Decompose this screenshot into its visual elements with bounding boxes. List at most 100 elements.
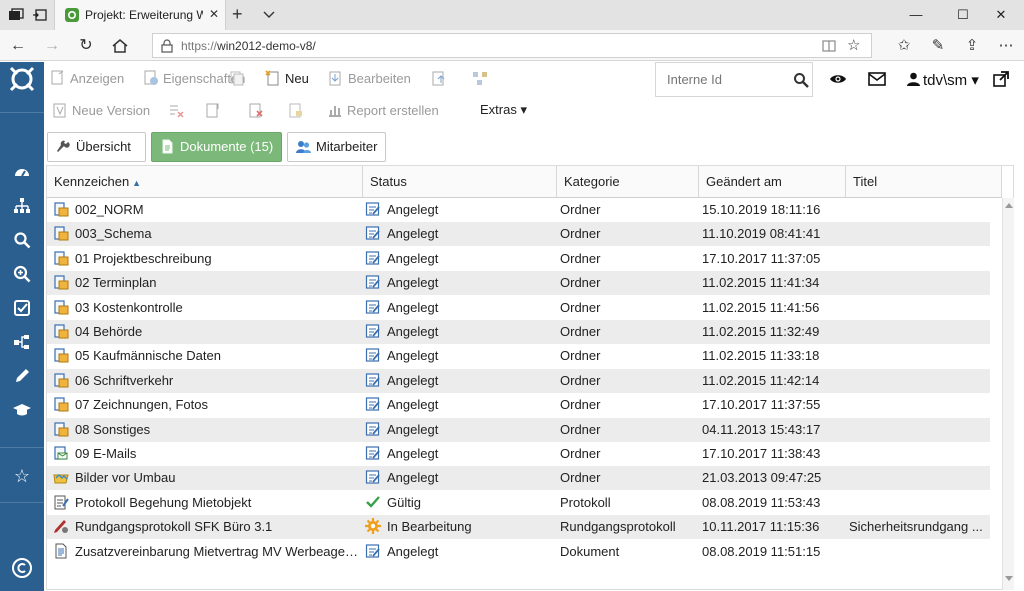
pencil-icon[interactable] xyxy=(12,366,32,386)
tab-dokumente[interactable]: Dokumente (15) xyxy=(151,132,282,162)
table-row[interactable]: 07 Zeichnungen, Fotos Angelegt Ordner 17.10… xyxy=(47,393,990,417)
neu-button[interactable]: Neu xyxy=(265,70,309,90)
cell-kennzeichen[interactable]: 04 Behörde xyxy=(53,320,361,344)
cell-kennzeichen[interactable]: 02 Terminplan xyxy=(53,271,361,295)
copyright-icon[interactable] xyxy=(11,557,33,579)
back-button[interactable]: ← xyxy=(8,36,28,56)
bearbeiten-button[interactable]: Bearbeiten xyxy=(328,70,411,90)
workflow-button[interactable] xyxy=(472,70,492,90)
home-icon[interactable] xyxy=(110,36,130,56)
copy-icon xyxy=(230,71,244,86)
share-icon[interactable]: ⇪ xyxy=(962,36,982,56)
cell-kennzeichen[interactable]: Bilder vor Umbau xyxy=(53,466,361,490)
mail-icon[interactable] xyxy=(868,71,886,87)
report-erstellen-button[interactable]: Report erstellen xyxy=(327,102,439,122)
external-link-icon[interactable] xyxy=(993,71,1009,87)
cell-kennzeichen[interactable]: Zusatzvereinbarung Mietvertrag MV Werbea… xyxy=(53,540,361,564)
table-row[interactable]: 08 Sonstiges Angelegt Ordner 04.11.2013 15:… xyxy=(47,417,990,442)
favorite-star-icon[interactable]: ☆ xyxy=(847,36,860,54)
table-row[interactable]: 002_NORM Angelegt Ordner 15.10.2019 18:11:1… xyxy=(47,198,990,222)
table-row[interactable]: Protokoll Begehung Mietobjekt Gültig Proto… xyxy=(47,491,990,515)
refresh-button[interactable]: ↻ xyxy=(76,36,96,56)
cell-kennzeichen[interactable]: 07 Zeichnungen, Fotos xyxy=(53,393,361,417)
pen-icon[interactable]: ✎ xyxy=(928,36,948,56)
cell-kennzeichen[interactable]: 08 Sonstiges xyxy=(53,418,361,442)
table-row[interactable]: 06 Schriftverkehr Angelegt Ordner 11.02.201… xyxy=(47,368,990,393)
cell-kennzeichen[interactable]: 09 E-Mails xyxy=(53,442,361,466)
column-header-status[interactable]: Status xyxy=(363,166,557,197)
remove-button[interactable] xyxy=(248,102,268,122)
search-icon[interactable] xyxy=(793,72,809,88)
cell-status: Angelegt xyxy=(365,198,553,222)
extras-menu[interactable]: Extras ▾ xyxy=(480,102,527,122)
eye-icon[interactable] xyxy=(829,71,847,87)
tab-aside-icon[interactable] xyxy=(32,7,48,23)
close-window-button[interactable]: ✕ xyxy=(978,0,1024,30)
table-row[interactable]: Bilder vor Umbau Angelegt Ordner 21.03.2013… xyxy=(47,466,990,491)
scroll-down-icon[interactable] xyxy=(1005,576,1013,582)
column-header-kennzeichen[interactable]: Kennzeichen ▲ xyxy=(47,166,363,197)
vertical-scrollbar[interactable] xyxy=(1002,198,1014,590)
edit-note-icon xyxy=(365,226,387,241)
tab-uebersicht[interactable]: Übersicht xyxy=(47,132,146,162)
anzeigen-button[interactable]: Anzeigen xyxy=(50,70,124,90)
table-row[interactable]: 04 Behörde Angelegt Ordner 11.02.2015 11:32… xyxy=(47,320,990,344)
copy-button[interactable] xyxy=(229,70,249,90)
cell-kennzeichen[interactable]: 06 Schriftverkehr xyxy=(53,369,361,393)
close-tab-icon[interactable]: ✕ xyxy=(209,7,219,21)
browser-tab[interactable]: Projekt: Erweiterung We ✕ xyxy=(54,0,226,30)
kennzeichen-text: 003_Schema xyxy=(75,226,152,242)
cell-kategorie: Ordner xyxy=(560,275,601,291)
cell-kennzeichen[interactable]: 05 Kaufmännische Daten xyxy=(53,344,361,368)
app-logo-icon[interactable] xyxy=(9,66,35,92)
lock-document-button[interactable] xyxy=(288,102,308,122)
table-row[interactable]: 003_Schema Angelegt Ordner 11.10.2019 08:41… xyxy=(47,222,990,247)
reading-view-icon[interactable] xyxy=(821,38,837,54)
cell-kennzeichen[interactable]: 003_Schema xyxy=(53,222,361,246)
cell-kennzeichen[interactable]: Protokoll Begehung Mietobjekt xyxy=(53,491,361,515)
table-row[interactable]: 05 Kaufmännische Daten Angelegt Ordner 11.0… xyxy=(47,344,990,368)
cell-kategorie: Ordner xyxy=(560,202,601,217)
tab-preview-icon[interactable] xyxy=(8,7,24,23)
hierarchy-icon[interactable] xyxy=(12,196,32,216)
star-icon[interactable]: ☆ xyxy=(12,466,32,486)
user-menu[interactable]: tdv\sm ▾ xyxy=(907,71,979,89)
table-row[interactable]: 03 Kostenkontrolle Angelegt Ordner 11.02.20… xyxy=(47,296,990,320)
tab-mitarbeiter[interactable]: Mitarbeiter xyxy=(287,132,386,162)
minimize-button[interactable]: — xyxy=(893,0,939,30)
delete-document-button[interactable] xyxy=(205,102,225,122)
scroll-up-icon[interactable] xyxy=(1005,202,1013,208)
table-row[interactable]: 01 Projektbeschreibung Angelegt Ordner 17.1… xyxy=(47,247,990,271)
column-header-geaendert[interactable]: Geändert am xyxy=(699,166,846,197)
table-row[interactable]: Zusatzvereinbarung Mietvertrag MV Werbea… xyxy=(47,540,990,564)
new-tab-icon[interactable]: + xyxy=(232,4,243,25)
table-row[interactable]: 02 Terminplan Angelegt Ordner 11.02.2015 11… xyxy=(47,271,990,296)
cell-kennzeichen[interactable]: Rundgangsprotokoll SFK Büro 3.1 xyxy=(53,515,361,539)
zoom-search-icon[interactable] xyxy=(12,264,32,284)
upload-button[interactable] xyxy=(431,70,451,90)
url-field[interactable]: https://win2012-demo-v8/ ☆ xyxy=(152,33,872,58)
search-input[interactable] xyxy=(656,63,786,96)
column-header-kategorie[interactable]: Kategorie xyxy=(557,166,699,197)
graduation-cap-icon[interactable] xyxy=(12,400,32,420)
table-row[interactable]: 09 E-Mails Angelegt Ordner 17.10.2017 11:38… xyxy=(47,442,990,466)
cell-geaendert: 21.03.2013 09:47:25 xyxy=(702,470,822,486)
more-icon[interactable]: ⋯ xyxy=(996,36,1016,56)
favorites-icon[interactable]: ✩ xyxy=(894,36,914,56)
dashboard-icon[interactable] xyxy=(12,162,32,182)
cell-kennzeichen[interactable]: 03 Kostenkontrolle xyxy=(53,296,361,320)
neue-version-button[interactable]: Neue Version xyxy=(52,102,150,122)
delete-link-button[interactable] xyxy=(168,102,188,122)
checklist-icon[interactable] xyxy=(12,298,32,318)
cell-status: Angelegt xyxy=(365,296,553,320)
cell-kennzeichen[interactable]: 002_NORM xyxy=(53,198,361,222)
column-header-titel[interactable]: Titel xyxy=(846,166,1002,197)
cell-kennzeichen[interactable]: 01 Projektbeschreibung xyxy=(53,247,361,271)
workflow-icon[interactable] xyxy=(12,332,32,352)
interne-id-search[interactable] xyxy=(655,62,813,97)
table-row[interactable]: Rundgangsprotokoll SFK Büro 3.1 In Bearbe… xyxy=(47,515,990,540)
forward-button[interactable]: → xyxy=(42,36,62,56)
cell-kategorie: Protokoll xyxy=(560,494,611,510)
chevron-down-icon[interactable] xyxy=(262,7,276,21)
search-icon[interactable] xyxy=(12,230,32,250)
